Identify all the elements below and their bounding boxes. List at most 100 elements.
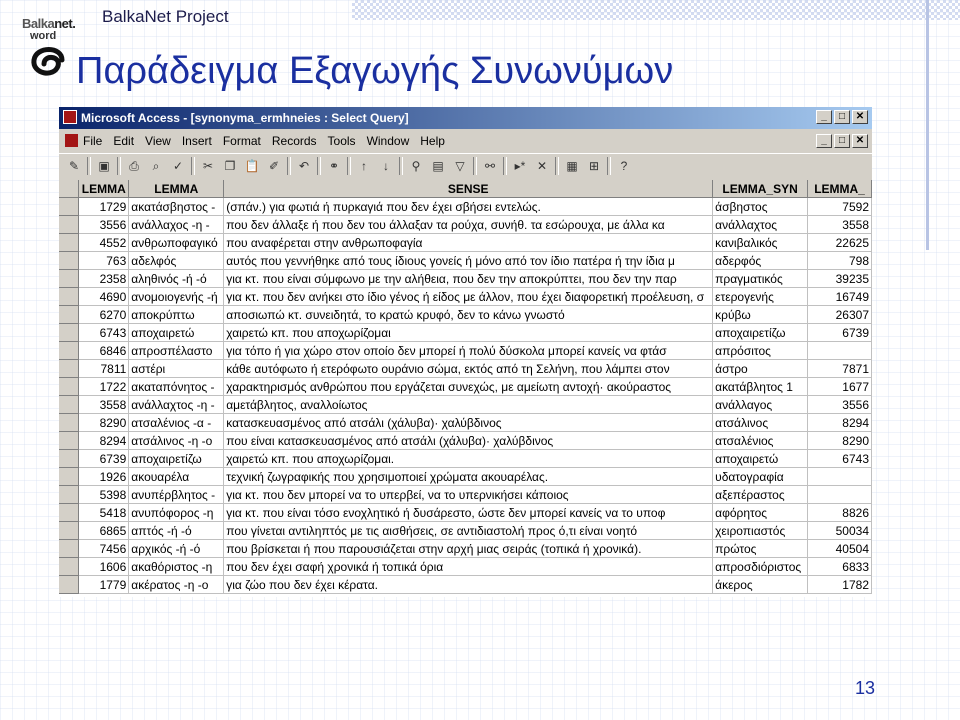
menu-tools[interactable]: Tools <box>328 134 356 148</box>
table-row[interactable]: 5398 ανυπέρβλητος - για κτ. που δεν μπορεί… <box>59 485 872 504</box>
table-cell[interactable]: τεχνική ζωγραφικής που χρησιμοποιεί χρώμ… <box>223 467 714 486</box>
table-row[interactable]: 1926 ακουαρέλα τεχνική ζωγραφικής που χρησ… <box>59 467 872 486</box>
row-selector[interactable] <box>59 539 80 558</box>
table-cell[interactable]: χειροπιαστός <box>712 521 809 540</box>
table-row[interactable]: 1722 ακαταπόνητος - χαρακτηρισμός ανθρώπου… <box>59 377 872 396</box>
table-cell[interactable] <box>807 485 872 504</box>
spelling-icon[interactable]: ✓ <box>169 157 187 175</box>
table-cell[interactable]: 50034 <box>807 521 872 540</box>
table-cell[interactable]: αποκρύπτω <box>128 305 225 324</box>
table-row[interactable]: 3558 ανάλλαχτος -η - αμετάβλητος, αναλλοίω… <box>59 395 872 414</box>
title-bar[interactable]: Microsoft Access - [synonyma_ermhneies :… <box>59 107 872 129</box>
row-selector[interactable] <box>59 305 80 324</box>
table-row[interactable]: 6743 αποχαιρετώ χαιρετώ κπ. που αποχωρίζομ… <box>59 323 872 342</box>
paste-icon[interactable]: 📋 <box>243 157 261 175</box>
table-cell[interactable]: που δεν έχει σαφή χρονικά ή τοπικά όρια <box>223 557 714 576</box>
table-cell[interactable]: 1926 <box>78 467 130 486</box>
apply-filter-icon[interactable]: ▽ <box>451 157 469 175</box>
filter-by-form-icon[interactable]: ▤ <box>429 157 447 175</box>
sort-descending-icon[interactable]: ↓ <box>377 157 395 175</box>
column-header[interactable]: LEMMA <box>78 180 130 198</box>
table-cell[interactable]: 39235 <box>807 269 872 288</box>
table-cell[interactable]: 7456 <box>78 539 130 558</box>
table-row[interactable]: 6865 απτός -ή -ό που γίνεται αντιληπτός με… <box>59 521 872 540</box>
row-selector[interactable] <box>59 251 80 270</box>
maximize-button[interactable]: □ <box>834 110 850 124</box>
column-header[interactable]: LEMMA_ <box>807 180 872 198</box>
table-cell[interactable]: που γίνεται αντιληπτός με τις αισθήσεις,… <box>223 521 714 540</box>
table-cell[interactable]: 4552 <box>78 233 130 252</box>
delete-record-icon[interactable]: ✕ <box>533 157 551 175</box>
table-row[interactable]: 3556 ανάλλαχος -η - που δεν άλλαξε ή που δ… <box>59 215 872 234</box>
print-icon[interactable]: ⎙ <box>125 157 143 175</box>
table-cell[interactable]: 798 <box>807 251 872 270</box>
table-cell[interactable]: 7811 <box>78 359 130 378</box>
table-cell[interactable]: για κτ. που δεν ανήκει στο ίδιο γένος ή … <box>223 287 714 306</box>
table-cell[interactable]: 1722 <box>78 377 130 396</box>
row-selector[interactable] <box>59 485 80 504</box>
row-selector[interactable] <box>59 575 80 594</box>
table-cell[interactable]: 6739 <box>78 449 130 468</box>
row-selector[interactable] <box>59 395 80 414</box>
table-cell[interactable]: 6865 <box>78 521 130 540</box>
table-cell[interactable]: χαρακτηρισμός ανθρώπου που εργάζεται συν… <box>223 377 714 396</box>
table-cell[interactable]: 3558 <box>78 395 130 414</box>
table-cell[interactable]: ακατάσβηστος - <box>128 197 225 216</box>
table-cell[interactable]: 8826 <box>807 503 872 522</box>
table-cell[interactable]: 3556 <box>78 215 130 234</box>
table-row[interactable]: 1779 ακέρατος -η -ο για ζώο που δεν έχει κ… <box>59 575 872 594</box>
new-record-icon[interactable]: ▸* <box>511 157 529 175</box>
table-cell[interactable]: άστρο <box>712 359 809 378</box>
table-cell[interactable]: για ζώο που δεν έχει κέρατα. <box>223 575 714 594</box>
table-cell[interactable]: αληθινός -ή -ό <box>128 269 225 288</box>
table-cell[interactable]: 763 <box>78 251 130 270</box>
row-selector[interactable] <box>59 197 80 216</box>
table-cell[interactable]: που δεν άλλαξε ή που δεν του άλλαξαν τα … <box>223 215 714 234</box>
table-row[interactable]: 8294 ατσάλινος -η -ο που είναι κατασκευασμ… <box>59 431 872 450</box>
table-cell[interactable]: 8294 <box>807 413 872 432</box>
copy-icon[interactable]: ❐ <box>221 157 239 175</box>
table-cell[interactable]: 3558 <box>807 215 872 234</box>
table-cell[interactable]: αποχαιρετώ <box>712 449 809 468</box>
table-cell[interactable]: 7871 <box>807 359 872 378</box>
row-selector[interactable] <box>59 521 80 540</box>
new-object-icon[interactable]: ⊞ <box>585 157 603 175</box>
close-button[interactable]: ✕ <box>852 110 868 124</box>
table-cell[interactable]: 6846 <box>78 341 130 360</box>
table-cell[interactable]: πραγματικός <box>712 269 809 288</box>
table-cell[interactable]: ατσαλένιος -α - <box>128 413 225 432</box>
table-cell[interactable]: που είναι κατασκευασμένος από ατσάλι (χά… <box>223 431 714 450</box>
doc-minimize-button[interactable]: _ <box>816 134 832 148</box>
table-cell[interactable]: 8290 <box>78 413 130 432</box>
table-cell[interactable]: απρόσιτος <box>712 341 809 360</box>
table-cell[interactable]: χαιρετώ κπ. που αποχωρίζομαι. <box>223 449 714 468</box>
table-cell[interactable]: ανάλλαχτος <box>712 215 809 234</box>
table-cell[interactable] <box>807 341 872 360</box>
document-icon[interactable] <box>65 134 78 147</box>
table-cell[interactable]: 1606 <box>78 557 130 576</box>
table-cell[interactable]: 6270 <box>78 305 130 324</box>
table-cell[interactable]: 8294 <box>78 431 130 450</box>
row-selector[interactable] <box>59 215 80 234</box>
table-cell[interactable]: αποσιωπώ κτ. συνειδητά, το κρατώ κρυφό, … <box>223 305 714 324</box>
find-icon[interactable]: ⚯ <box>481 157 499 175</box>
table-row[interactable]: 4552 ανθρωποφαγικό που αναφέρεται στην ανθ… <box>59 233 872 252</box>
row-selector[interactable] <box>59 449 80 468</box>
menu-help[interactable]: Help <box>420 134 445 148</box>
table-row[interactable]: 6846 απροσπέλαστο για τόπο ή για χώρο στον… <box>59 341 872 360</box>
table-cell[interactable]: 5418 <box>78 503 130 522</box>
table-cell[interactable]: 2358 <box>78 269 130 288</box>
table-cell[interactable]: ακατάβλητος 1 <box>712 377 809 396</box>
table-cell[interactable]: αρχικός -ή -ό <box>128 539 225 558</box>
column-header[interactable]: LEMMA <box>128 180 225 198</box>
table-cell[interactable]: για κτ. που είναι τόσο ενοχλητικό ή δυσά… <box>223 503 714 522</box>
table-cell[interactable]: 1729 <box>78 197 130 216</box>
table-cell[interactable]: ανυπόφορος -η <box>128 503 225 522</box>
table-cell[interactable]: ανυπέρβλητος - <box>128 485 225 504</box>
table-cell[interactable]: αδελφός <box>128 251 225 270</box>
table-cell[interactable]: αμετάβλητος, αναλλοίωτος <box>223 395 714 414</box>
print-preview-icon[interactable]: ⌕ <box>147 157 165 175</box>
menu-view[interactable]: View <box>145 134 171 148</box>
table-cell[interactable]: αποχαιρετίζω <box>712 323 809 342</box>
table-cell[interactable]: ατσαλένιος <box>712 431 809 450</box>
